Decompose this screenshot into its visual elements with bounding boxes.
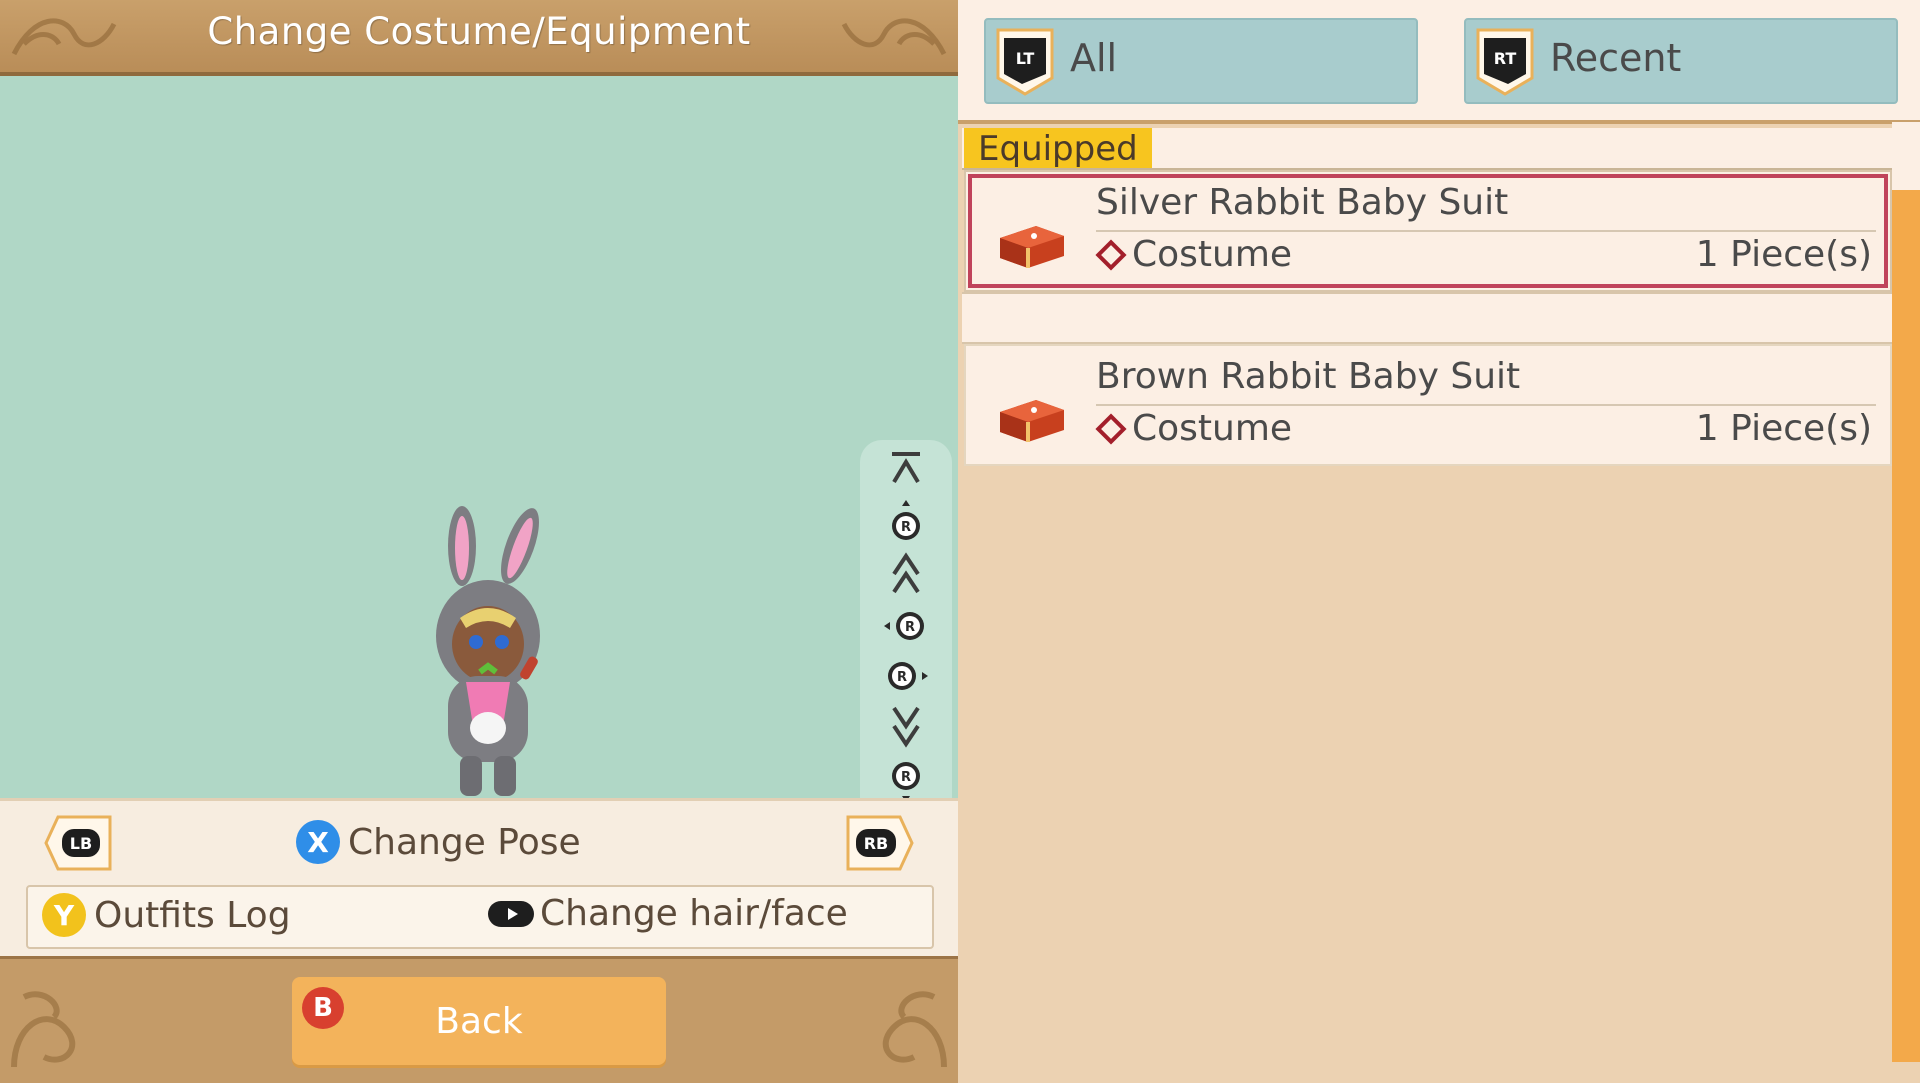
change-hair-face-button[interactable]: Change hair/face bbox=[488, 893, 848, 934]
costume-case-icon bbox=[1000, 226, 1064, 268]
title-bar: Change Costume/Equipment bbox=[0, 0, 958, 76]
y-button-icon: Y bbox=[42, 893, 86, 937]
control-bar: LB X Change Pose RB Y Outfits Log Change… bbox=[0, 798, 958, 956]
rabbit-character-icon bbox=[436, 506, 540, 796]
item-list: Equipped Silver Rabbit Baby Suit Costume… bbox=[962, 128, 1892, 466]
rstick-up-icon[interactable]: R bbox=[860, 500, 952, 544]
costume-case-icon bbox=[1000, 400, 1064, 442]
ornament-right-icon bbox=[841, 18, 947, 56]
tab-recent[interactable]: RT Recent bbox=[1464, 18, 1898, 104]
item-quantity: 1 Piece(s) bbox=[1695, 234, 1872, 275]
rstick-down-icon[interactable]: R bbox=[860, 758, 952, 802]
item-name: Brown Rabbit Baby Suit bbox=[1096, 356, 1521, 397]
outfits-log-label: Outfits Log bbox=[94, 894, 291, 936]
change-pose-label: Change Pose bbox=[348, 821, 581, 863]
scrollbar[interactable] bbox=[1892, 122, 1920, 1062]
tab-all-label: All bbox=[1070, 36, 1118, 80]
lb-button[interactable]: LB bbox=[44, 815, 112, 871]
x-button-icon: X bbox=[296, 820, 340, 864]
item-quantity: 1 Piece(s) bbox=[1695, 408, 1872, 449]
change-pose-button[interactable]: X Change Pose bbox=[296, 817, 581, 867]
svg-text:RT: RT bbox=[1494, 49, 1517, 68]
list-item[interactable]: Silver Rabbit Baby Suit Costume 1 Piece(… bbox=[964, 170, 1892, 292]
svg-text:R: R bbox=[897, 670, 907, 685]
svg-text:R: R bbox=[901, 770, 911, 785]
secondary-actions: Y Outfits Log Change hair/face bbox=[26, 885, 934, 949]
rstick-right-icon[interactable]: R bbox=[860, 654, 952, 698]
item-type: Costume bbox=[1095, 234, 1293, 275]
change-hair-face-label: Change hair/face bbox=[540, 893, 848, 934]
svg-text:R: R bbox=[905, 620, 915, 635]
item-type: Costume bbox=[1095, 408, 1293, 449]
filter-tabs: LT All RT Recent bbox=[958, 0, 1920, 124]
item-type-label: Costume bbox=[1132, 234, 1293, 275]
rstick-press-icon bbox=[488, 900, 534, 927]
scroll-up-icon[interactable] bbox=[860, 552, 952, 596]
back-label: Back bbox=[435, 1001, 523, 1042]
item-name: Silver Rabbit Baby Suit bbox=[1096, 182, 1509, 223]
section-header: Equipped bbox=[962, 128, 1892, 170]
tab-all[interactable]: LT All bbox=[984, 18, 1418, 104]
diamond-icon bbox=[1095, 412, 1127, 445]
section-divider bbox=[962, 292, 1892, 344]
svg-text:LB: LB bbox=[70, 834, 92, 853]
svg-text:R: R bbox=[901, 520, 911, 535]
character-preview[interactable]: R R R R bbox=[0, 76, 958, 870]
svg-text:RB: RB bbox=[864, 834, 889, 853]
footer: B Back bbox=[0, 956, 958, 1083]
rb-button[interactable]: RB bbox=[846, 815, 914, 871]
item-list-panel: LT All RT Recent Equipped Silver Rabbit … bbox=[958, 0, 1920, 1080]
scrollbar-thumb[interactable] bbox=[1892, 122, 1920, 190]
page-title: Change Costume/Equipment bbox=[207, 10, 751, 53]
svg-text:LT: LT bbox=[1016, 49, 1035, 68]
item-type-label: Costume bbox=[1132, 408, 1293, 449]
scroll-top-icon[interactable] bbox=[860, 446, 952, 490]
diamond-icon bbox=[1095, 238, 1127, 271]
rstick-left-icon[interactable]: R bbox=[860, 604, 952, 648]
lt-button-icon: LT bbox=[996, 28, 1054, 96]
back-button[interactable]: B Back bbox=[292, 977, 666, 1065]
scroll-down-icon[interactable] bbox=[860, 704, 952, 748]
equipped-tag: Equipped bbox=[964, 128, 1152, 169]
preview-panel: Change Costume/Equipment R R R R LB X Ch… bbox=[0, 0, 958, 1083]
divider bbox=[1096, 230, 1876, 232]
rt-button-icon: RT bbox=[1476, 28, 1534, 96]
tab-recent-label: Recent bbox=[1550, 36, 1682, 80]
ornament-bottom-left-icon bbox=[11, 991, 76, 1068]
divider bbox=[1096, 404, 1876, 406]
outfits-log-button[interactable]: Y Outfits Log bbox=[42, 893, 291, 937]
list-item[interactable]: Brown Rabbit Baby Suit Costume 1 Piece(s… bbox=[964, 344, 1892, 466]
ornament-bottom-right-icon bbox=[882, 991, 947, 1068]
